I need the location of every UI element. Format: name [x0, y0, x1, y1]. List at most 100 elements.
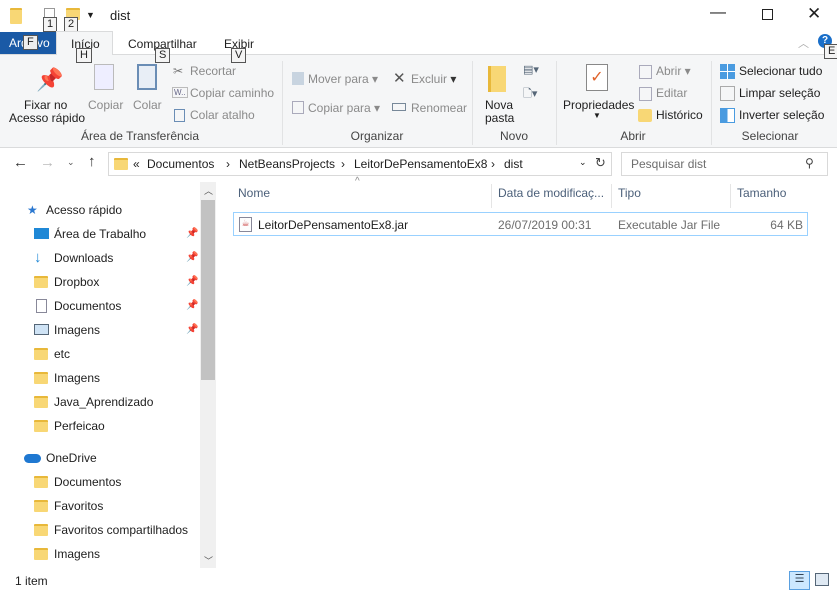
- nav-item[interactable]: Imagens: [0, 366, 200, 390]
- pin-icon: 📌: [186, 228, 199, 239]
- move-to-button[interactable]: Mover para ▾: [308, 72, 378, 86]
- open-button[interactable]: Abrir ▾: [656, 64, 691, 78]
- close-button[interactable]: ✕: [807, 4, 821, 24]
- rename-icon: [392, 103, 406, 111]
- nav-item[interactable]: etc: [0, 342, 200, 366]
- nav-item[interactable]: Favoritos: [0, 494, 200, 518]
- column-type[interactable]: Tipo: [618, 186, 641, 200]
- key-tip-f: F: [23, 35, 38, 50]
- folder-icon: [34, 548, 48, 560]
- paste-shortcut-button[interactable]: Colar atalho: [190, 108, 255, 122]
- recent-locations-button[interactable]: ⌄: [67, 157, 75, 168]
- nav-item[interactable]: Imagens 📌: [0, 318, 200, 342]
- invert-selection-button[interactable]: Inverter seleção: [739, 108, 824, 122]
- nav-item[interactable]: Documentos: [0, 470, 200, 494]
- nav-item[interactable]: Java_Aprendizado: [0, 390, 200, 414]
- key-tip-1: 1: [43, 17, 58, 32]
- copy-to-button[interactable]: Copiar para ▾: [308, 101, 380, 115]
- nav-label: Área de Trabalho: [54, 227, 147, 241]
- delete-icon: ✕: [393, 70, 406, 87]
- cut-icon: ✂: [173, 64, 184, 78]
- select-none-icon: [720, 86, 735, 101]
- customize-quick-access-icon[interactable]: ▼: [86, 10, 95, 20]
- folder-icon: [34, 420, 48, 432]
- maximize-button[interactable]: [762, 9, 773, 20]
- new-item-button[interactable]: ▤▾: [523, 63, 539, 76]
- pin-icon: 📌: [186, 276, 199, 287]
- nav-label: Perfeicao: [54, 419, 105, 433]
- pin-label-2: Acesso rápido: [9, 111, 86, 125]
- delete-button[interactable]: Excluir ▾: [411, 72, 456, 86]
- group-new: Novo: [499, 129, 528, 143]
- folder-icon: [34, 396, 48, 408]
- nav-item[interactable]: Favoritos compartilhados: [0, 518, 200, 542]
- nav-item[interactable]: Imagens: [0, 542, 200, 566]
- file-row[interactable]: ☕ LeitorDePensamentoEx8.jar 26/07/2019 0…: [233, 212, 808, 236]
- forward-button[interactable]: →: [40, 154, 55, 171]
- rename-button[interactable]: Renomear: [411, 101, 467, 115]
- new-folder-button[interactable]: Nova: [485, 98, 513, 112]
- collapse-ribbon-icon[interactable]: ︿: [798, 35, 809, 51]
- edit-icon: [639, 87, 652, 101]
- jar-file-icon: ☕: [239, 217, 252, 232]
- paste-button[interactable]: Colar: [133, 98, 162, 112]
- nav-item[interactable]: ↓ Downloads 📌: [0, 246, 200, 270]
- breadcrumb-netbeansprojects[interactable]: NetBeansProjects: [239, 157, 335, 171]
- nav-scrollbar[interactable]: ︿ ﹀: [200, 182, 216, 568]
- properties-dropdown-icon[interactable]: ▼: [593, 111, 601, 120]
- nav-onedrive[interactable]: OneDrive: [0, 446, 200, 470]
- breadcrumb-dist[interactable]: dist: [504, 157, 523, 171]
- edit-button[interactable]: Editar: [656, 86, 687, 100]
- address-overflow[interactable]: «: [133, 157, 140, 171]
- history-icon: [638, 109, 652, 122]
- cut-button[interactable]: Recortar: [190, 64, 236, 78]
- column-name[interactable]: Nome: [238, 186, 270, 200]
- breadcrumb-leitor[interactable]: LeitorDePensamentoEx8: [354, 157, 487, 171]
- file-date: 26/07/2019 00:31: [498, 218, 592, 232]
- file-type: Executable Jar File: [618, 218, 721, 232]
- scrollbar-thumb[interactable]: [201, 200, 215, 380]
- search-icon: ⚲: [805, 156, 814, 170]
- nav-label: Acesso rápido: [46, 203, 123, 217]
- invert-selection-icon: [720, 108, 735, 123]
- downloads-icon: ↓: [34, 249, 42, 266]
- nav-quick-access[interactable]: ★ Acesso rápido: [0, 198, 200, 222]
- history-button[interactable]: Histórico: [656, 108, 703, 122]
- pin-quick-access-button[interactable]: Fixar no: [24, 98, 67, 112]
- window-title: dist: [110, 8, 131, 23]
- nav-item[interactable]: Documentos 📌: [0, 294, 200, 318]
- up-button[interactable]: ↑: [88, 153, 96, 170]
- nav-item[interactable]: Perfeicao: [0, 414, 200, 438]
- address-bar[interactable]: « Documentos › NetBeansProjects › Leitor…: [108, 152, 612, 176]
- nav-label: OneDrive: [46, 451, 97, 465]
- back-button[interactable]: ←: [13, 154, 28, 171]
- search-input[interactable]: Pesquisar dist ⚲: [621, 152, 828, 176]
- select-none-button[interactable]: Limpar seleção: [739, 86, 820, 100]
- key-tip-2: 2: [64, 17, 79, 32]
- key-tip-h: H: [76, 48, 92, 63]
- easy-access-button[interactable]: 🗋▾: [523, 85, 537, 104]
- properties-button[interactable]: Propriedades: [563, 98, 634, 112]
- address-dropdown-icon[interactable]: ⌄: [579, 157, 587, 168]
- details-view-button[interactable]: ☰: [789, 571, 810, 590]
- folder-icon: [114, 158, 128, 173]
- column-date[interactable]: Data de modificaç...: [498, 186, 604, 200]
- breadcrumb-documentos[interactable]: Documentos: [147, 157, 214, 171]
- copy-to-label: Copiar para: [308, 101, 371, 115]
- new-folder-icon: [488, 66, 506, 92]
- properties-icon: ✓: [586, 64, 608, 91]
- desktop-icon: [34, 228, 49, 239]
- file-name: LeitorDePensamentoEx8.jar: [258, 218, 409, 232]
- nav-item[interactable]: Dropbox 📌: [0, 270, 200, 294]
- key-tip-e: E: [824, 44, 837, 59]
- copy-path-button[interactable]: Copiar caminho: [190, 86, 274, 100]
- nav-item[interactable]: Área de Trabalho 📌: [0, 222, 200, 246]
- search-placeholder: Pesquisar dist: [631, 157, 707, 171]
- large-icons-view-button[interactable]: [815, 573, 829, 586]
- copy-button[interactable]: Copiar: [88, 98, 123, 112]
- column-size[interactable]: Tamanho: [737, 186, 786, 200]
- select-all-button[interactable]: Selecionar tudo: [739, 64, 822, 78]
- refresh-icon[interactable]: ↻: [595, 155, 606, 171]
- nav-label: Documentos: [54, 475, 122, 489]
- minimize-button[interactable]: —: [710, 4, 726, 22]
